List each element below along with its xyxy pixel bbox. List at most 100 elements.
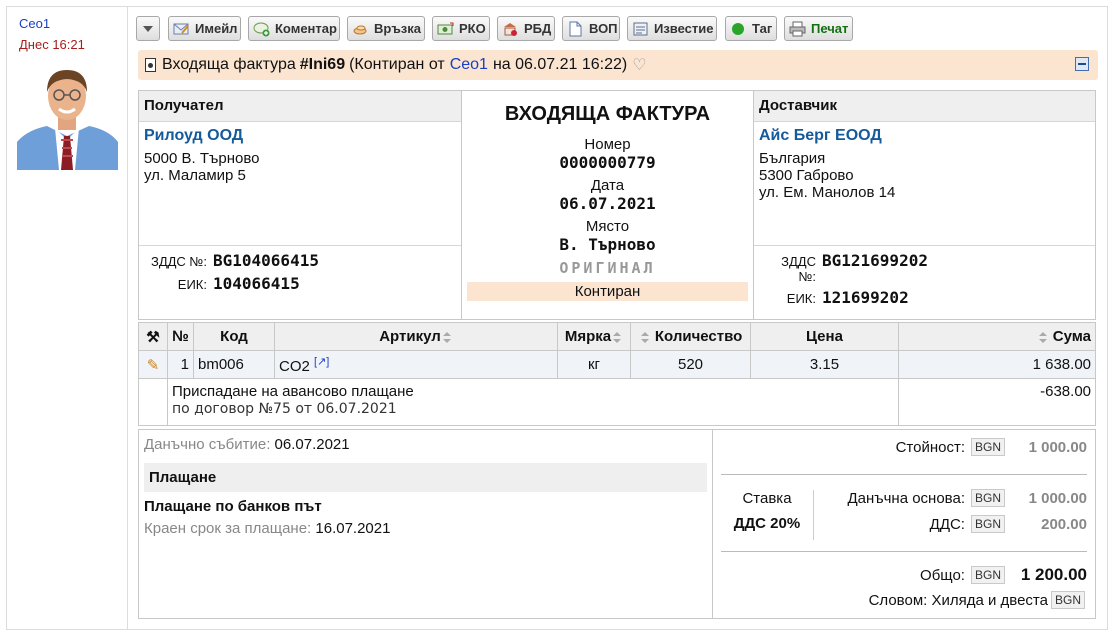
supplier-details: Айс Берг ЕООД България 5300 Габрово ул. … — [754, 122, 1095, 206]
vat-label: ДДС: — [929, 515, 965, 533]
external-link-icon[interactable]: [↗] — [314, 356, 329, 368]
vop-button[interactable]: ВОП — [562, 16, 620, 41]
tag-button-label: Таг — [752, 21, 773, 36]
invoice-date: 06.07.2021 — [559, 194, 656, 213]
comment-button-label: Коментар — [275, 21, 337, 36]
col-article-label: Артикул — [379, 328, 441, 345]
pencil-icon[interactable]: ✎ — [147, 357, 160, 374]
sort-icon — [613, 331, 622, 343]
advance-empty-cell — [138, 378, 168, 426]
notice-button-label: Известие — [654, 21, 714, 36]
comment-button[interactable]: Коментар — [248, 16, 340, 41]
divider — [721, 474, 1087, 475]
currency-badge: BGN — [970, 438, 1005, 456]
notice-button[interactable]: Известие — [627, 16, 717, 41]
row-price: 3.15 — [750, 350, 899, 379]
advance-sum: -638.00 — [898, 378, 1096, 426]
supplier-ids: ЗДДС №: BG121699202 ЕИК: 121699202 — [760, 251, 1080, 307]
invoice-doc-icon — [145, 58, 156, 72]
invoice-place: В. Търново — [559, 235, 656, 254]
supplier-address-line3: ул. Ем. Манолов 14 — [759, 184, 896, 201]
date-label: Дата — [590, 177, 625, 194]
currency-badge: BGN — [970, 566, 1005, 584]
col-price-header: Цена — [750, 322, 899, 351]
tax-event-date: 06.07.2021 — [274, 436, 350, 453]
recipient-ids: ЗДДС №: BG104066415 ЕИК: 104066415 — [145, 251, 445, 293]
col-unit-header[interactable]: Мярка — [557, 322, 631, 351]
base-label: Данъчна основа: — [847, 489, 965, 507]
supplier-vat-label: ЗДДС №: — [781, 254, 816, 284]
supplier-name[interactable]: Айс Берг ЕООД — [759, 127, 1090, 145]
email-button-label: Имейл — [195, 21, 238, 36]
due-date: 16.07.2021 — [315, 520, 391, 537]
print-icon — [789, 21, 806, 37]
vat-line: ДДС: BGN 200.00 — [930, 515, 1087, 533]
document-frame: Ceo1 Днес 16:21 Имейл Коментар Връзка РК… — [6, 6, 1108, 630]
rko-button[interactable]: РКО — [432, 16, 490, 41]
hammer-wrench-icon: ⚒ — [146, 328, 160, 346]
recipient-vat-number: BG104066415 — [213, 251, 319, 270]
col-sum-label: Сума — [1052, 328, 1091, 345]
currency-badge: BGN — [1050, 591, 1085, 609]
rbd-button[interactable]: РБД — [497, 16, 555, 41]
advance-description-cell: Приспадане на авансово плащане по догово… — [167, 378, 899, 426]
header-user-link[interactable]: Ceo1 — [450, 56, 488, 74]
row-sum: 1 638.00 — [898, 350, 1096, 379]
recipient-eik-number: 104066415 — [213, 274, 300, 293]
document-icon — [567, 21, 584, 37]
recipient-details: Рилоуд ООД 5000 В. Търново ул. Маламир 5 — [139, 122, 461, 189]
vop-button-label: ВОП — [589, 21, 618, 36]
row-qty: 520 — [630, 350, 751, 379]
recipient-title: Получател — [139, 91, 461, 122]
words-value: Хиляда и двеста — [931, 591, 1048, 609]
value-amount: 1 000.00 — [1028, 438, 1087, 456]
advance-contract: по договор №75 от 06.07.2021 — [172, 401, 397, 417]
email-edit-icon — [173, 21, 190, 37]
link-button[interactable]: Връзка — [347, 16, 425, 41]
email-button[interactable]: Имейл — [168, 16, 241, 41]
col-qty-label: Количество — [654, 328, 743, 345]
supplier-address-line2: 5300 Габрово — [759, 167, 854, 184]
tax-event-label: Данъчно събитие: — [144, 436, 271, 453]
totals-box: Стойност: BGN 1 000.00 Ставка ДДС 20% Да… — [713, 429, 1096, 619]
header-doc-type: Входяща фактура — [162, 56, 296, 73]
col-sum-header[interactable]: Сума — [898, 322, 1096, 351]
recipient-address-line2: ул. Маламир 5 — [144, 167, 246, 184]
favorite-heart-icon[interactable]: ♡ — [632, 55, 646, 75]
base-line: Данъчна основа: BGN 1 000.00 — [847, 489, 1087, 507]
col-article-header[interactable]: Артикул — [274, 322, 558, 351]
supplier-address-line1: България — [759, 150, 826, 167]
header-doc-number: #Ini69 — [299, 56, 346, 73]
number-label: Номер — [584, 136, 631, 153]
more-dropdown-button[interactable] — [136, 16, 160, 41]
place-label: Място — [585, 218, 630, 235]
rko-button-label: РКО — [459, 21, 486, 36]
chevron-down-icon — [143, 25, 153, 32]
recipient-vat-label: ЗДДС №: — [150, 254, 207, 269]
author-link[interactable]: Ceo1 — [19, 16, 50, 31]
col-code-header: Код — [193, 322, 275, 351]
author-column: Ceo1 Днес 16:21 — [7, 7, 128, 629]
bank-doc-icon — [502, 21, 519, 37]
collapse-button[interactable] — [1075, 57, 1089, 71]
col-unit-label: Мярка — [564, 328, 612, 345]
avatar — [17, 62, 118, 170]
due-line: Краен срок за плащане: 16.07.2021 — [139, 515, 712, 542]
supplier-vat-number: BG121699202 — [822, 251, 928, 270]
cash-out-icon — [437, 21, 454, 37]
base-amount: 1 000.00 — [1028, 489, 1087, 507]
divider — [139, 245, 461, 246]
header-status-prefix: (Контиран от — [349, 56, 445, 73]
print-button[interactable]: Печат — [784, 16, 853, 41]
payment-box: Данъчно събитие: 06.07.2021 Плащане Плащ… — [138, 429, 713, 619]
original-mark: ОРИГИНАЛ — [559, 259, 656, 277]
currency-badge: BGN — [970, 489, 1005, 507]
state-badge: Контиран — [467, 282, 748, 301]
tag-button[interactable]: Таг — [725, 16, 777, 41]
items-table: ⚒ № Код Артикул Мярка Количество Цена Су… — [138, 322, 1096, 426]
rbd-button-label: РБД — [524, 21, 552, 36]
recipient-name[interactable]: Рилоуд ООД — [144, 127, 456, 145]
col-qty-header[interactable]: Количество — [630, 322, 751, 351]
comment-add-icon — [253, 21, 270, 37]
total-line: Общо: BGN 1 200.00 — [920, 565, 1087, 585]
